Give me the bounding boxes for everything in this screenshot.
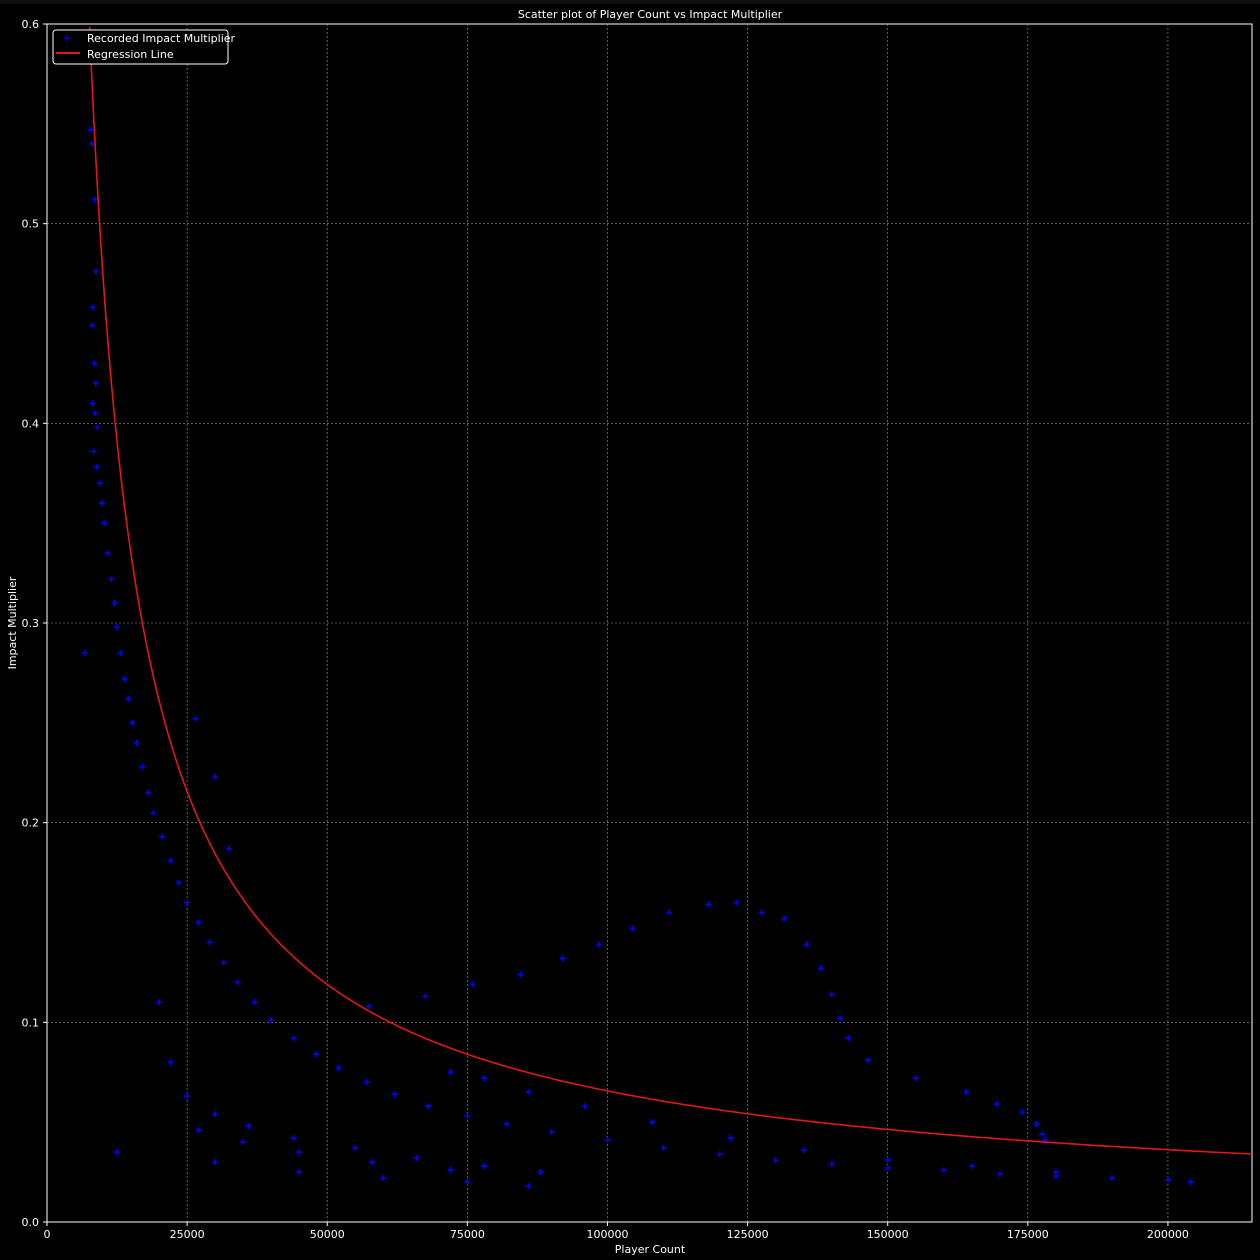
x-tick-label: 125000 — [727, 1228, 769, 1241]
x-axis-ticks: 0 25000 50000 75000 100000 125000 150000 175000… — [44, 1222, 1189, 1241]
legend-label-line: Regression Line — [87, 48, 174, 61]
y-tick-label: 0.3 — [22, 617, 40, 630]
y-tick-label: 0.5 — [22, 218, 40, 231]
y-tick-label: 0.1 — [22, 1016, 40, 1029]
y-tick-label: 0.4 — [22, 417, 40, 430]
legend-label-scatter: Recorded Impact Multiplier — [87, 32, 236, 45]
x-tick-label: 50000 — [310, 1228, 345, 1241]
y-axis-ticks: 0.0 0.1 0.2 0.3 0.4 0.5 0.6 — [22, 18, 47, 1229]
x-tick-label: 175000 — [1007, 1228, 1049, 1241]
x-tick-label: 150000 — [867, 1228, 909, 1241]
scatter-chart: 0 25000 50000 75000 100000 125000 150000 175000… — [6, 8, 1253, 1256]
y-tick-label: 0.6 — [22, 18, 40, 31]
legend: + Recorded Impact Multiplier Regression … — [52, 29, 236, 65]
legend-marker-scatter: + — [62, 31, 72, 45]
y-tick-label: 0.0 — [22, 1216, 40, 1229]
y-axis-label: Impact Multiplier — [6, 576, 19, 669]
x-tick-label: 0 — [44, 1228, 51, 1241]
x-tick-label: 100000 — [586, 1228, 628, 1241]
x-axis-label: Player Count — [615, 1243, 686, 1256]
x-tick-label: 75000 — [450, 1228, 485, 1241]
chart-title: Scatter plot of Player Count vs Impact M… — [518, 8, 783, 21]
y-tick-label: 0.2 — [22, 817, 40, 830]
x-tick-label: 200000 — [1147, 1228, 1189, 1241]
x-tick-label: 25000 — [170, 1228, 205, 1241]
